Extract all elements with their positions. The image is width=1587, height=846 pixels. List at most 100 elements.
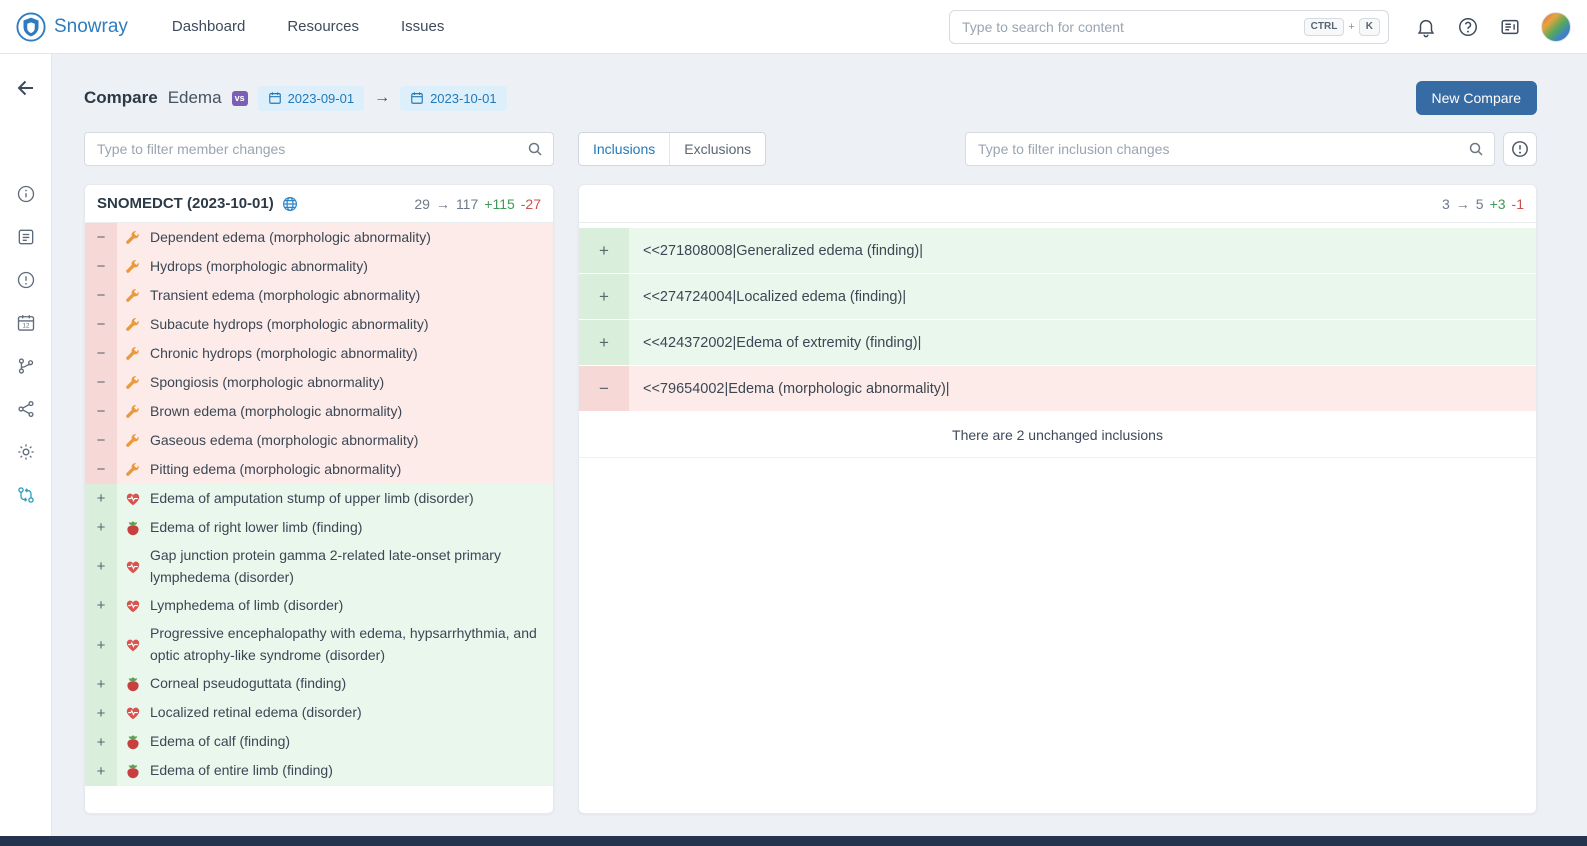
inclusion-exclusion-tabs: Inclusions Exclusions <box>578 132 766 166</box>
member-change-row[interactable]: +Lymphedema of limb (disorder) <box>85 591 553 620</box>
disorder-icon <box>125 637 141 653</box>
help-icon[interactable] <box>1457 16 1479 38</box>
member-label: Corneal pseudoguttata (finding) <box>150 673 346 695</box>
tab-inclusions[interactable]: Inclusions <box>579 133 669 165</box>
member-change-row[interactable]: + Corneal pseudoguttata (finding) <box>85 670 553 699</box>
finding-icon <box>125 520 141 536</box>
stat-removed: -27 <box>521 196 541 212</box>
inclusion-filter[interactable] <box>965 132 1495 166</box>
page-title: Compare <box>84 88 158 108</box>
member-change-row[interactable]: + Localized retinal edema (disorder) <box>85 699 553 728</box>
brand-name: Snowray <box>54 16 128 38</box>
member-label: Pitting edema (morphologic abnormality) <box>150 459 401 481</box>
globe-icon <box>282 196 298 212</box>
inclusion-change-row[interactable]: −<<79654002|Edema (morphologic abnormali… <box>579 366 1536 411</box>
member-change-list[interactable]: −Dependent edema (morphologic abnormalit… <box>85 223 553 813</box>
inclusion-change-row[interactable]: + <<274724004|Localized edema (finding)| <box>579 274 1536 319</box>
member-filter-input[interactable] <box>97 141 527 157</box>
minus-icon: − <box>85 426 117 455</box>
member-change-row[interactable]: −Brown edema (morphologic abnormality) <box>85 397 553 426</box>
graph-icon[interactable] <box>16 399 36 419</box>
compare-icon[interactable] <box>16 485 36 505</box>
global-search[interactable]: CTRL + K <box>949 10 1389 44</box>
calendar-chip-icon <box>410 91 424 105</box>
member-change-row[interactable]: +Gap junction protein gamma 2-related la… <box>85 542 553 591</box>
tab-exclusions[interactable]: Exclusions <box>669 133 765 165</box>
info-icon[interactable] <box>16 184 36 204</box>
inclusion-change-row[interactable]: +<<424372002|Edema of extremity (finding… <box>579 320 1536 365</box>
plus-icon: + <box>85 542 117 591</box>
member-change-row[interactable]: −Subacute hydrops (morphologic abnormali… <box>85 310 553 339</box>
inclusion-change-row[interactable]: +<<271808008|Generalized edema (finding)… <box>579 228 1536 273</box>
search-icon <box>1468 141 1484 157</box>
finding-icon <box>125 763 141 779</box>
finding-icon <box>125 734 141 750</box>
date-to: 2023-10-01 <box>430 91 497 106</box>
member-filter[interactable] <box>84 132 554 166</box>
bell-icon[interactable] <box>1415 16 1437 38</box>
k-key-badge: K <box>1359 18 1380 36</box>
brand[interactable]: Snowray <box>16 12 128 42</box>
notes-icon[interactable] <box>16 227 36 247</box>
member-label: Localized retinal edema (disorder) <box>150 702 362 724</box>
back-arrow-icon[interactable] <box>14 76 38 100</box>
compare-panels: SNOMEDCT (2023-10-01) 29 → 117 +115 -27 … <box>84 184 1537 814</box>
minus-icon: − <box>85 397 117 426</box>
sidebar-icon-stack: 12 <box>16 184 36 505</box>
plus-icon: + <box>85 699 117 728</box>
minus-icon: − <box>579 366 629 411</box>
minus-icon: − <box>85 281 117 310</box>
inclusion-changes-panel: 3 → 5 +3 -1 +<<271808008|Generalized ede… <box>578 184 1537 814</box>
member-change-row[interactable]: −Transient edema (morphologic abnormalit… <box>85 281 553 310</box>
nav-issues[interactable]: Issues <box>401 18 444 35</box>
member-change-row[interactable]: −Dependent edema (morphologic abnormalit… <box>85 223 553 252</box>
snowray-logo-icon <box>16 12 46 42</box>
inclusion-expression: <<274724004|Localized edema (finding)| <box>643 289 906 305</box>
inclusion-expression: <<79654002|Edema (morphologic abnormalit… <box>643 381 950 397</box>
morphologic-abnormality-icon <box>125 404 141 420</box>
member-change-row[interactable]: +Edema of entire limb (finding) <box>85 757 553 786</box>
plus-separator: + <box>1348 21 1354 33</box>
member-change-row[interactable]: −Gaseous edema (morphologic abnormality) <box>85 426 553 455</box>
inclusion-expression: <<424372002|Edema of extremity (finding)… <box>643 335 921 351</box>
settings-icon[interactable] <box>16 442 36 462</box>
member-change-row[interactable]: +Edema of amputation stump of upper limb… <box>85 484 553 513</box>
morphologic-abnormality-icon <box>125 317 141 333</box>
avatar[interactable] <box>1541 12 1571 42</box>
inclusion-info-button[interactable] <box>1503 132 1537 166</box>
stat-added: +3 <box>1490 196 1506 212</box>
member-label: Hydrops (morphologic abnormality) <box>150 256 368 278</box>
plus-icon: + <box>85 728 117 757</box>
main-content: Compare Edema vs 2023-09-01 → 2023-10-01… <box>52 54 1587 836</box>
global-search-input[interactable] <box>962 19 1304 35</box>
plus-icon: + <box>579 274 629 319</box>
member-change-row[interactable]: +Edema of calf (finding) <box>85 728 553 757</box>
nav-dashboard[interactable]: Dashboard <box>172 18 245 35</box>
member-change-row[interactable]: −Hydrops (morphologic abnormality) <box>85 252 553 281</box>
alert-icon[interactable] <box>16 270 36 290</box>
member-changes-panel: SNOMEDCT (2023-10-01) 29 → 117 +115 -27 … <box>84 184 554 814</box>
member-change-row[interactable]: +Progressive encephalopathy with edema, … <box>85 620 553 669</box>
plus-icon: + <box>85 670 117 699</box>
inclusion-filter-input[interactable] <box>978 141 1468 157</box>
nav-resources[interactable]: Resources <box>287 18 359 35</box>
date-from-chip[interactable]: 2023-09-01 <box>258 86 365 111</box>
arrow-right-icon: → <box>374 89 390 107</box>
minus-icon: − <box>85 339 117 368</box>
morphologic-abnormality-icon <box>125 288 141 304</box>
branch-icon[interactable] <box>16 356 36 376</box>
member-change-row[interactable]: +Edema of right lower limb (finding) <box>85 513 553 542</box>
member-label: Edema of right lower limb (finding) <box>150 517 362 539</box>
calendar-icon[interactable]: 12 <box>16 313 36 333</box>
finding-icon <box>125 676 141 692</box>
date-from: 2023-09-01 <box>288 91 355 106</box>
calendar-chip-icon <box>268 91 282 105</box>
date-to-chip[interactable]: 2023-10-01 <box>400 86 507 111</box>
inclusion-change-list[interactable]: +<<271808008|Generalized edema (finding)… <box>579 223 1536 412</box>
member-change-row[interactable]: −Spongiosis (morphologic abnormality) <box>85 368 553 397</box>
news-icon[interactable] <box>1499 16 1521 38</box>
member-change-row[interactable]: −Chronic hydrops (morphologic abnormalit… <box>85 339 553 368</box>
new-compare-button[interactable]: New Compare <box>1416 81 1537 115</box>
member-change-row[interactable]: −Pitting edema (morphologic abnormality) <box>85 455 553 484</box>
inclusion-change-stats: 3 → 5 +3 -1 <box>1442 196 1524 212</box>
